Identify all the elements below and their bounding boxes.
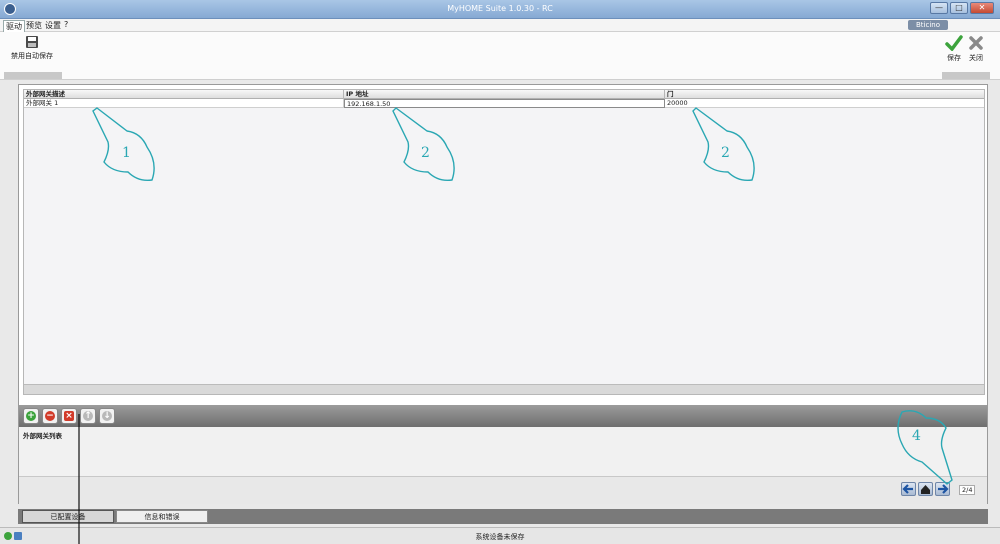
title-bar: MyHOME Suite 1.0.30 - RC — □ ✕ <box>0 0 1000 19</box>
remove-button[interactable]: − <box>42 408 58 424</box>
table-header: 外部网关描述 IP 地址 门 <box>24 90 984 99</box>
gateway-table: 外部网关描述 IP 地址 门 外部网关 1 192.168.1.50 20000 <box>23 89 985 395</box>
callout-number: 2 <box>721 145 730 161</box>
cell-ip-address[interactable]: 192.168.1.50 <box>344 99 665 108</box>
disable-autosave-button[interactable]: 禁用自动保存 <box>4 35 60 61</box>
cell-port[interactable]: 20000 <box>665 99 986 108</box>
delete-all-button[interactable]: × <box>61 408 77 424</box>
minus-icon: − <box>45 411 55 421</box>
action-bar: + − × ↑ ↓ <box>19 405 987 427</box>
window-title: MyHOME Suite 1.0.30 - RC <box>447 4 553 13</box>
gateway-list-panel: 外部网关列表 <box>19 427 987 477</box>
save-button[interactable]: 保存 <box>944 35 964 63</box>
column-header-port[interactable]: 门 <box>665 90 986 99</box>
tab-info-errors[interactable]: 信息和错误 <box>116 510 208 523</box>
column-header-description[interactable]: 外部网关描述 <box>24 90 344 99</box>
callout-number: 1 <box>122 145 131 161</box>
callout-number: 4 <box>912 428 921 444</box>
arrow-down-icon: ↓ <box>102 411 112 421</box>
menu-help[interactable]: ? <box>62 20 70 29</box>
save-label: 保存 <box>947 54 961 62</box>
arrow-right-icon <box>938 484 949 494</box>
home-icon <box>921 485 930 494</box>
tab-configured-devices[interactable]: 已配置设备 <box>22 510 114 523</box>
floppy-icon <box>26 36 38 48</box>
menu-settings[interactable]: 设置 <box>43 20 63 31</box>
app-window: MyHOME Suite 1.0.30 - RC — □ ✕ 驱动 预览 设置 … <box>0 0 1000 544</box>
arrow-left-icon <box>902 484 913 494</box>
minimize-button[interactable]: — <box>930 2 948 14</box>
page-indicator: 2/4 <box>959 485 976 495</box>
x-icon: × <box>64 411 74 421</box>
add-button[interactable]: + <box>23 408 39 424</box>
disable-autosave-label: 禁用自动保存 <box>11 52 53 60</box>
close-button[interactable]: 关闭 <box>966 35 986 63</box>
checkmark-icon <box>945 35 963 51</box>
move-up-button[interactable]: ↑ <box>80 408 96 424</box>
horizontal-scrollbar[interactable] <box>24 384 984 394</box>
bottom-tabs: 已配置设备 信息和错误 <box>18 509 988 524</box>
maximize-button[interactable]: □ <box>950 2 968 14</box>
forward-button[interactable] <box>935 482 950 496</box>
close-icon <box>969 36 983 50</box>
callout-number: 2 <box>421 145 430 161</box>
arrow-up-icon: ↑ <box>83 411 93 421</box>
navigation-panel: 2/4 <box>19 477 987 504</box>
cell-description[interactable]: 外部网关 1 <box>24 99 344 108</box>
brand-logo: Bticino <box>907 20 948 30</box>
home-button[interactable] <box>918 482 933 496</box>
plus-icon: + <box>26 411 36 421</box>
table-row[interactable]: 外部网关 1 192.168.1.50 20000 <box>24 99 984 108</box>
column-header-ip[interactable]: IP 地址 <box>344 90 665 99</box>
status-message: 系统设备未保存 <box>475 533 525 541</box>
menu-preview[interactable]: 预览 <box>24 20 44 31</box>
close-label: 关闭 <box>969 54 983 62</box>
toolbar: 禁用自动保存 保存 关闭 <box>0 32 1000 80</box>
close-window-button[interactable]: ✕ <box>970 2 994 14</box>
menu-bar: 驱动 预览 设置 ? Bticino <box>0 19 1000 33</box>
back-button[interactable] <box>901 482 916 496</box>
status-bar: 系统设备未保存 <box>0 527 1000 544</box>
move-down-button[interactable]: ↓ <box>99 408 115 424</box>
gateway-list-label: 外部网关列表 <box>23 432 62 440</box>
main-panel: 外部网关描述 IP 地址 门 外部网关 1 192.168.1.50 20000… <box>18 84 988 504</box>
